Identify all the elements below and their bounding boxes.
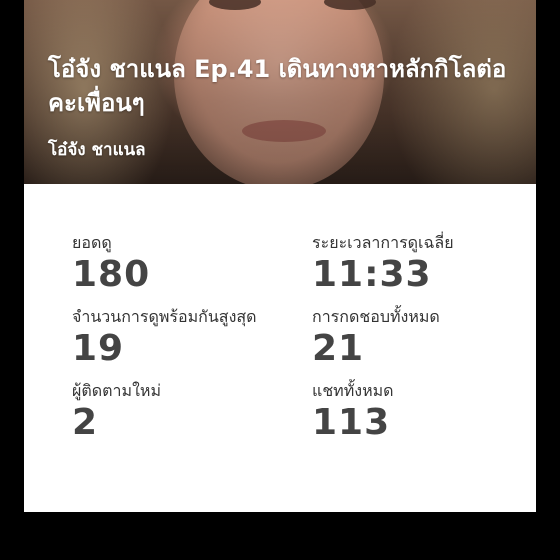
stats-grid: ยอดดู 180 ระยะเวลาการดูเฉลี่ย 11:33 จำนว… bbox=[72, 232, 512, 444]
stat-value: 21 bbox=[312, 328, 365, 369]
stat-value: 11:33 bbox=[312, 254, 432, 295]
thumbnail-eye-left bbox=[209, 0, 261, 10]
thumbnail-eye-right bbox=[324, 0, 376, 10]
stat-peak-concurrent: จำนวนการดูพร้อมกันสูงสุด 19 bbox=[72, 306, 312, 370]
stat-total-likes: การกดชอบทั้งหมด 21 bbox=[312, 306, 512, 370]
stat-value: 2 bbox=[72, 402, 99, 443]
stat-label: จำนวนการดูพร้อมกันสูงสุด bbox=[72, 307, 257, 326]
stat-label: แชททั้งหมด bbox=[312, 381, 394, 400]
thumbnail-mouth bbox=[242, 120, 326, 142]
stat-label: ยอดดู bbox=[72, 233, 112, 252]
stat-new-subscribers: ผู้ติดตามใหม่ 2 bbox=[72, 380, 312, 444]
stat-value: 19 bbox=[72, 328, 125, 369]
video-title: โอ๋จัง ชาแนล Ep.41 เดินทางหาหลักกิโลต่อค… bbox=[48, 55, 507, 117]
stat-value: 113 bbox=[312, 402, 391, 443]
stats-card: ยอดดู 180 ระยะเวลาการดูเฉลี่ย 11:33 จำนว… bbox=[24, 184, 536, 512]
stat-views: ยอดดู 180 bbox=[72, 232, 312, 296]
stat-total-chats: แชททั้งหมด 113 bbox=[312, 380, 512, 444]
stat-label: ผู้ติดตามใหม่ bbox=[72, 381, 161, 400]
stat-label: การกดชอบทั้งหมด bbox=[312, 307, 440, 326]
stat-avg-watch-time: ระยะเวลาการดูเฉลี่ย 11:33 bbox=[312, 232, 512, 296]
screen: โอ๋จัง ชาแนล Ep.41 เดินทางหาหลักกิโลต่อค… bbox=[0, 0, 560, 560]
stat-value: 180 bbox=[72, 254, 151, 295]
stat-label: ระยะเวลาการดูเฉลี่ย bbox=[312, 233, 454, 252]
channel-name: โอ๋จัง ชาแนล bbox=[48, 140, 146, 160]
video-thumbnail[interactable]: โอ๋จัง ชาแนล Ep.41 เดินทางหาหลักกิโลต่อค… bbox=[24, 0, 536, 184]
